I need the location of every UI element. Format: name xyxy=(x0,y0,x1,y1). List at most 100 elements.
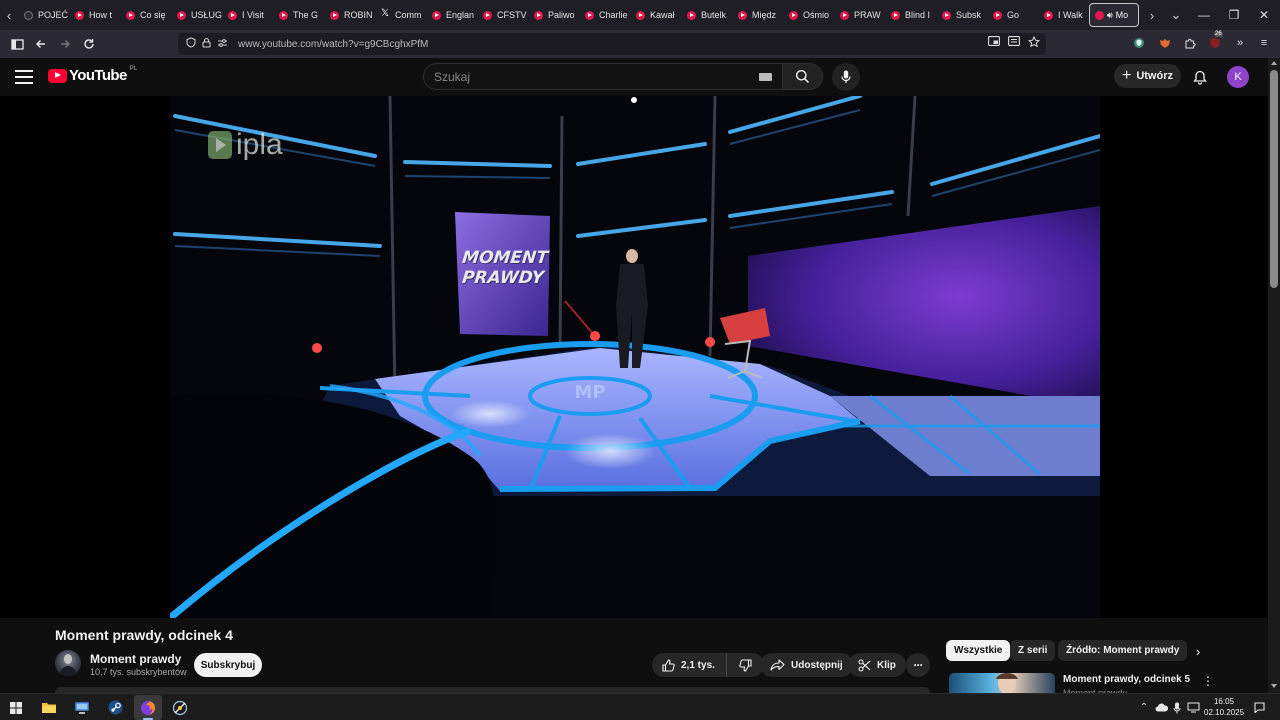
reload-button[interactable] xyxy=(77,32,101,56)
browser-tab[interactable]: ROBIN xyxy=(324,0,375,30)
steam-icon[interactable] xyxy=(101,695,129,720)
tray-overflow-chevron-icon[interactable]: ⌃ xyxy=(1138,695,1150,720)
minimize-button[interactable]: — xyxy=(1188,0,1220,30)
close-window-button[interactable]: ✕ xyxy=(1248,0,1280,30)
browser-tab[interactable]: Charlie xyxy=(579,0,630,30)
microphone-tray-icon[interactable] xyxy=(1171,695,1183,720)
account-avatar[interactable]: K xyxy=(1227,66,1249,88)
browser-tab-label: USŁUG xyxy=(191,10,222,20)
youtube-favicon-icon xyxy=(738,10,747,20)
picture-in-picture-icon[interactable] xyxy=(988,36,1000,51)
share-button[interactable]: Udostępnij xyxy=(760,653,853,677)
video-frame[interactable]: MP ipla MOMENT PRAWDY xyxy=(170,96,1100,618)
browser-tab[interactable]: Go xyxy=(987,0,1038,30)
more-actions-button[interactable]: ··· xyxy=(906,653,930,677)
clip-button[interactable]: Klip xyxy=(848,653,906,677)
youtube-favicon-icon xyxy=(636,10,645,20)
address-bar[interactable]: www.youtube.com/watch?v=g9CBcghxPfM xyxy=(178,33,1046,55)
extension-fox-icon[interactable] xyxy=(1156,34,1174,52)
scrollbar-thumb[interactable] xyxy=(1270,70,1278,288)
video-player[interactable]: MP ipla MOMENT PRAWDY xyxy=(0,96,1268,618)
notifications-bell-icon[interactable] xyxy=(1190,67,1210,87)
browser-tab[interactable]: POJEĆ xyxy=(18,0,69,30)
browser-tab[interactable]: USŁUG xyxy=(171,0,222,30)
create-button[interactable]: + Utwórz xyxy=(1114,64,1181,88)
subscribe-button[interactable]: Subskrybuj xyxy=(194,653,262,677)
studio-board-text: MOMENT PRAWDY xyxy=(454,248,554,288)
back-button[interactable] xyxy=(29,32,53,56)
overflow-menu-chevrons-icon[interactable]: » xyxy=(1231,34,1249,52)
voice-search-button[interactable] xyxy=(832,63,860,91)
browser-tab[interactable]: Paliwo xyxy=(528,0,579,30)
start-button[interactable] xyxy=(2,695,30,720)
like-button[interactable]: 2,1 tys. xyxy=(652,653,727,677)
channel-avatar[interactable] xyxy=(55,650,81,676)
youtube-favicon-icon xyxy=(891,10,900,20)
recommendation-menu-icon[interactable]: ⋮ xyxy=(1202,673,1214,689)
browser-tab[interactable]: Subsk xyxy=(936,0,987,30)
chip-source-channel[interactable]: Źródło: Moment prawdy xyxy=(1058,640,1188,661)
browser-tab[interactable]: The G xyxy=(273,0,324,30)
reader-view-icon[interactable] xyxy=(1008,36,1020,51)
guide-menu-button[interactable] xyxy=(14,68,34,86)
extension-ublock-icon[interactable]: 26 xyxy=(1206,31,1224,52)
taskbar-clock[interactable]: 16:05 02.10.2025 xyxy=(1204,696,1244,718)
sidebar-toggle-icon[interactable] xyxy=(5,32,29,56)
browser-tab[interactable]: How t xyxy=(69,0,120,30)
scroll-down-arrow-icon[interactable] xyxy=(1271,684,1277,688)
youtube-favicon-icon xyxy=(1095,10,1104,20)
browser-tab[interactable]: Butelk xyxy=(681,0,732,30)
browser-tab-label: Comm xyxy=(395,10,422,20)
shield-icon[interactable] xyxy=(186,37,196,51)
list-all-tabs-button[interactable]: ⌄ xyxy=(1167,0,1185,30)
remote-desktop-icon[interactable] xyxy=(68,695,96,720)
search-button[interactable] xyxy=(782,63,823,90)
file-explorer-icon[interactable] xyxy=(35,695,63,720)
chip-from-series[interactable]: Z serii xyxy=(1010,640,1056,661)
tabs-scroll-right-button[interactable]: › xyxy=(1143,0,1161,30)
browser-tab[interactable]: Międz xyxy=(732,0,783,30)
bookmark-star-icon[interactable] xyxy=(1027,35,1041,51)
app-menu-hamburger-icon[interactable]: ≡ xyxy=(1255,34,1273,52)
search-box[interactable] xyxy=(423,63,783,90)
browser-tab-label: ROBIN xyxy=(344,10,373,20)
browser-tab[interactable]: CFSTV xyxy=(477,0,528,30)
browser-tab[interactable]: Englan xyxy=(426,0,477,30)
youtube-logo[interactable]: YouTube PL xyxy=(48,66,137,84)
speaker-icon[interactable]: 🔊︎ xyxy=(1107,10,1113,21)
browser-tab[interactable]: Co się xyxy=(120,0,171,30)
scroll-up-arrow-icon[interactable] xyxy=(1271,61,1277,65)
dislike-button[interactable] xyxy=(727,653,764,677)
tabs-scroll-left-button[interactable]: ‹ xyxy=(0,0,18,30)
channel-name[interactable]: Moment prawdy xyxy=(90,652,181,666)
browser-tab-label: I Walk xyxy=(1058,10,1083,20)
firefox-icon[interactable] xyxy=(134,695,162,720)
keyboard-icon[interactable] xyxy=(759,73,772,81)
chip-all[interactable]: Wszystkie xyxy=(946,640,1011,661)
search-input[interactable] xyxy=(434,69,734,84)
restore-button[interactable]: ❐ xyxy=(1218,0,1250,30)
browser-tab[interactable]: Comm xyxy=(375,0,426,30)
recommendation-thumbnail[interactable] xyxy=(949,673,1055,693)
browser-tab[interactable]: Kawał xyxy=(630,0,681,30)
browser-tab[interactable]: I Visit xyxy=(222,0,273,30)
browser-tab[interactable]: Ośmio xyxy=(783,0,834,30)
browser-tab[interactable]: I Walk xyxy=(1038,0,1089,30)
onedrive-cloud-icon[interactable] xyxy=(1154,695,1168,720)
tab-active[interactable]: 🔊︎ Mo xyxy=(1089,3,1139,27)
extensions-puzzle-icon[interactable] xyxy=(1181,34,1199,52)
lock-icon[interactable] xyxy=(202,37,211,51)
forward-button[interactable] xyxy=(53,32,77,56)
browser-tab[interactable]: PRAW xyxy=(834,0,885,30)
network-display-icon[interactable] xyxy=(1186,695,1200,720)
browser-tab[interactable]: Blind I xyxy=(885,0,936,30)
browser-tab-label: Blind I xyxy=(905,10,931,20)
satellite-app-icon[interactable] xyxy=(166,695,194,720)
youtube-favicon-icon xyxy=(840,10,849,20)
chips-next-arrow-icon[interactable]: › xyxy=(1190,642,1206,660)
permissions-icon[interactable] xyxy=(217,38,228,51)
extension-shield-icon[interactable] xyxy=(1130,34,1148,52)
page-scrollbar[interactable] xyxy=(1268,58,1280,693)
recommendation-title[interactable]: Moment prawdy, odcinek 5 xyxy=(1063,674,1190,685)
notification-center-icon[interactable] xyxy=(1252,695,1266,720)
